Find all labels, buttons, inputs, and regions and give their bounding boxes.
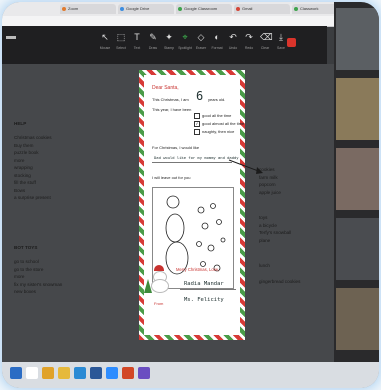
santa-letter: Dear Santa, This Christmas, I am 6 years… — [139, 70, 245, 340]
wish-underline — [152, 162, 232, 163]
tool-label: Save — [277, 46, 285, 50]
tab-favicon-icon — [120, 7, 124, 11]
windows-icon[interactable] — [10, 367, 22, 379]
minimize-toolbar-button[interactable] — [6, 36, 16, 39]
checkbox-checked-icon[interactable]: ✓ — [194, 121, 200, 127]
participant-video-tile[interactable] — [336, 78, 379, 140]
explorer-icon[interactable] — [58, 367, 70, 379]
letter-from-name[interactable]: Ms. Felicity — [184, 297, 224, 303]
behavior-option[interactable]: ✓ good almost all the time — [194, 121, 244, 127]
participant-video-tile[interactable] — [336, 148, 379, 210]
right-list-4: gingerbread cookies — [259, 279, 301, 284]
powerpoint-icon[interactable] — [122, 367, 134, 379]
annotation-arrow — [228, 159, 263, 174]
letter-wish-answer[interactable]: Dad would like for my mommy and daddy — [154, 155, 239, 160]
participant-video-tile[interactable] — [336, 8, 379, 70]
stamp-icon: ✦ — [165, 32, 173, 42]
participant-video-tile[interactable] — [336, 288, 379, 350]
letter-line-age: This Christmas, I am — [152, 97, 189, 102]
behavior-option[interactable]: good all the time — [194, 113, 231, 119]
letter-years-old: years old. — [208, 97, 226, 102]
option-label: good almost all the time — [202, 121, 245, 127]
letter-line-behavior: This year, I have been — [152, 107, 192, 112]
undo-icon: ↶ — [229, 32, 237, 42]
tab-favicon-icon — [294, 7, 298, 11]
redo-icon: ↷ — [245, 32, 253, 42]
tool-save-button[interactable]: ⤓ Save — [273, 30, 289, 56]
search-icon[interactable] — [26, 367, 38, 379]
participant-video-tile[interactable] — [336, 218, 379, 280]
tab-favicon-icon — [62, 7, 66, 11]
browser-tab-strip: Zoom Google Drive Google Classroom Gmail Cla… — [2, 2, 379, 16]
snowman-icon — [150, 265, 169, 293]
right-list-2: toys a bicycle Terfy's snowball plane — [259, 215, 292, 243]
tool-format-button[interactable]: ◐ Format — [209, 30, 225, 56]
tool-undo-button[interactable]: ↶ Undo — [225, 30, 241, 56]
tab-label: Google Classroom — [184, 6, 218, 11]
letter-age-value[interactable]: 6 — [196, 89, 203, 103]
letter-line-wish: For Christmas, I would like — [152, 145, 200, 150]
select-icon: ⬚ — [116, 32, 126, 42]
letter-name[interactable]: Radia Mandar — [184, 281, 224, 287]
toys-list: go to school go to the store more fix my… — [14, 259, 63, 294]
letter-line-leave-out: I will leave out for you — [152, 175, 191, 180]
tab-label: Classwork — [300, 6, 319, 11]
tool-stamp-button[interactable]: ✦ Stamp — [161, 30, 177, 56]
letter-from-label: From — [154, 301, 164, 306]
word-icon[interactable] — [90, 367, 102, 379]
tool-text-button[interactable]: T Text — [129, 30, 145, 56]
annotation-toolbar: ↖ Mouse ⬚ Select T Text ✎ Draw ✦ Stamp ⌖ Spotlight ◇… — [2, 26, 327, 64]
tool-eraser-button[interactable]: ◇ Eraser — [193, 30, 209, 56]
edge-icon[interactable] — [74, 367, 86, 379]
photos-icon[interactable] — [138, 367, 150, 379]
browser-tab[interactable]: Google Drive — [118, 4, 174, 14]
help-heading: HELP — [14, 121, 27, 126]
spotlight-icon: ⌖ — [182, 32, 188, 42]
checkbox-icon[interactable] — [194, 129, 200, 135]
right-list-3: lunch — [259, 263, 270, 268]
browser-tab[interactable]: Google Classroom — [176, 4, 232, 14]
tab-label: Zoom — [68, 6, 79, 11]
participant-gallery — [334, 2, 379, 362]
tab-label: Gmail — [242, 6, 253, 11]
tab-favicon-icon — [236, 7, 240, 11]
toys-heading: BOT TOYS — [14, 245, 38, 250]
tab-favicon-icon — [178, 7, 182, 11]
help-list: Christmas cookies Buy them puzzle book m… — [14, 135, 52, 200]
chrome-icon[interactable] — [42, 367, 54, 379]
zoom-icon[interactable] — [106, 367, 118, 379]
behavior-option[interactable]: naughty, then nice — [194, 129, 234, 135]
draw-icon: ✎ — [149, 32, 157, 42]
browser-tab[interactable]: Gmail — [234, 4, 290, 14]
browser-tab[interactable]: Zoom — [60, 4, 116, 14]
letter-greeting: Dear Santa, — [152, 85, 179, 91]
eraser-icon: ◇ — [197, 32, 205, 42]
screen-frame: Zoom Google Drive Google Classroom Gmail Cla… — [2, 2, 379, 388]
name-underline — [180, 289, 236, 290]
tool-select-button[interactable]: ⬚ Select — [113, 30, 129, 56]
taskbar — [2, 362, 379, 388]
save-icon: ⤓ — [279, 32, 283, 42]
tool-spotlight-button[interactable]: ⌖ Spotlight — [177, 30, 193, 56]
option-label: good all the time — [202, 113, 232, 119]
checkbox-icon[interactable] — [194, 113, 200, 119]
mouse-icon: ↖ — [101, 32, 109, 42]
tool-clear-button[interactable]: ⌫ Clear — [257, 30, 273, 56]
format-icon: ◐ — [214, 32, 220, 42]
tool-redo-button[interactable]: ↷ Redo — [241, 30, 257, 56]
tool-mouse-button[interactable]: ↖ Mouse — [97, 30, 113, 56]
tab-label: Google Drive — [126, 6, 150, 11]
option-label: naughty, then nice — [202, 129, 235, 135]
clear-icon: ⌫ — [260, 32, 273, 42]
tool-draw-button[interactable]: ✎ Draw — [145, 30, 161, 56]
letter-sign-off: Merry Christmas, Love, — [176, 267, 220, 272]
text-icon: T — [134, 32, 140, 42]
